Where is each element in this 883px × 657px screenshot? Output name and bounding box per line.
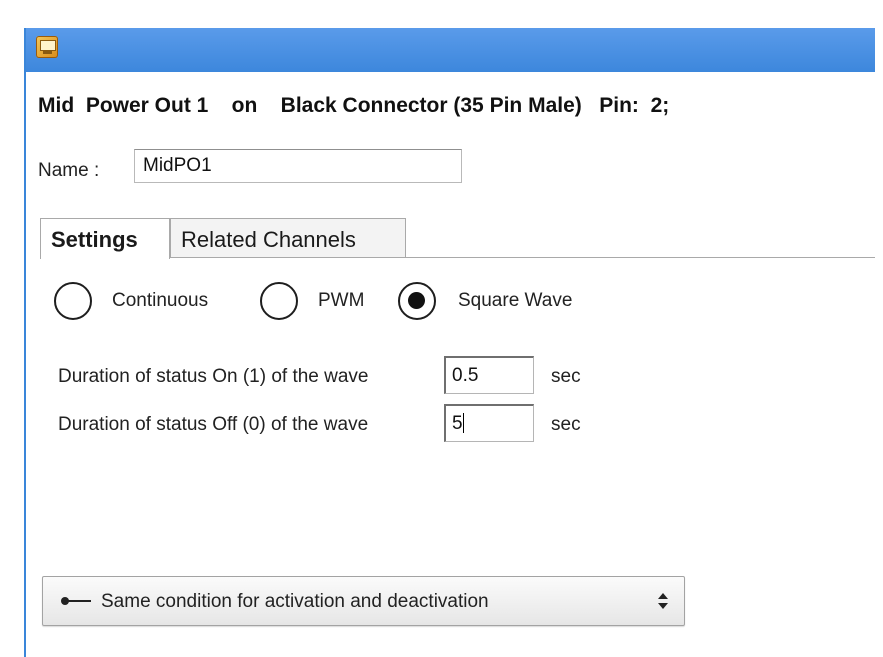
on-duration-input[interactable] bbox=[444, 356, 534, 394]
on-duration-label: Duration of status On (1) of the wave bbox=[58, 366, 369, 387]
radio-dot bbox=[408, 292, 425, 309]
name-input[interactable] bbox=[134, 149, 462, 183]
page: Mid Power Out 1 on Black Connector (35 P… bbox=[0, 0, 883, 657]
radio-label-square-wave: Square Wave bbox=[458, 290, 573, 311]
tab-related-channels[interactable]: Related Channels bbox=[170, 218, 406, 258]
off-duration-unit: sec bbox=[551, 414, 581, 435]
updown-arrows-icon bbox=[658, 593, 668, 609]
condition-selected-value: Same condition for activation and deacti… bbox=[101, 591, 489, 612]
name-label: Name : bbox=[38, 160, 100, 181]
line-connector-icon bbox=[61, 597, 91, 605]
radio-unchecked-icon[interactable] bbox=[260, 282, 298, 320]
radio-label-pwm: PWM bbox=[318, 290, 365, 311]
title-bar[interactable] bbox=[26, 28, 875, 72]
off-duration-label: Duration of status Off (0) of the wave bbox=[58, 414, 369, 435]
off-duration-input[interactable] bbox=[444, 404, 534, 442]
text-caret bbox=[463, 413, 464, 433]
channel-heading: Mid Power Out 1 on Black Connector (35 P… bbox=[38, 94, 670, 117]
radio-label-continuous: Continuous bbox=[112, 290, 209, 311]
tab-settings[interactable]: Settings bbox=[40, 218, 170, 259]
radio-unchecked-icon[interactable] bbox=[54, 282, 92, 320]
dialog-window: Mid Power Out 1 on Black Connector (35 P… bbox=[24, 28, 875, 657]
on-duration-unit: sec bbox=[551, 366, 581, 387]
condition-dropdown[interactable]: Same condition for activation and deacti… bbox=[42, 576, 685, 626]
app-monitor-icon bbox=[36, 36, 58, 58]
radio-checked-icon[interactable] bbox=[398, 282, 436, 320]
